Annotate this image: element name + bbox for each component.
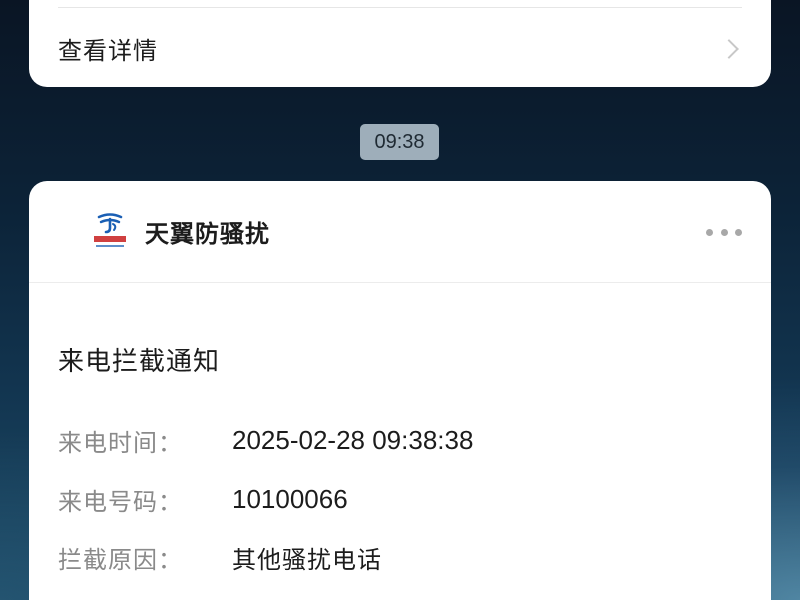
block-reason-row: 拦截原因： 其他骚扰电话: [58, 539, 382, 575]
notification-title: 来电拦截通知: [58, 347, 221, 377]
china-telecom-logo-icon: [91, 211, 129, 251]
caller-number-label: 来电号码：: [58, 487, 183, 516]
message-timestamp: 09:38: [360, 124, 439, 160]
app-name: 天翼防骚扰: [145, 220, 270, 248]
chevron-right-icon: [720, 37, 742, 59]
card-header: 天翼防骚扰: [29, 181, 771, 283]
more-dot-icon: [735, 228, 742, 236]
view-details-row[interactable]: 查看详情: [58, 26, 742, 70]
caller-number-row: 来电号码： 10100066: [58, 481, 348, 517]
caller-number-value: 10100066: [232, 483, 348, 514]
more-options-button[interactable]: [706, 221, 742, 243]
notification-card[interactable]: 天翼防骚扰 来电拦截通知 来电时间： 2025-02-28 09:38:38 来…: [29, 181, 771, 600]
previous-message-card: 查看详情: [29, 0, 771, 87]
more-dot-icon: [720, 228, 728, 236]
call-time-value: 2025-02-28 09:38:38: [232, 424, 474, 455]
card-divider: [58, 7, 742, 8]
more-dot-icon: [706, 228, 713, 236]
block-reason-label: 拦截原因：: [58, 545, 183, 574]
view-details-label: 查看详情: [58, 36, 158, 65]
block-reason-value: 其他骚扰电话: [232, 545, 382, 574]
call-time-label: 来电时间：: [58, 428, 183, 457]
call-time-row: 来电时间： 2025-02-28 09:38:38: [58, 422, 473, 458]
